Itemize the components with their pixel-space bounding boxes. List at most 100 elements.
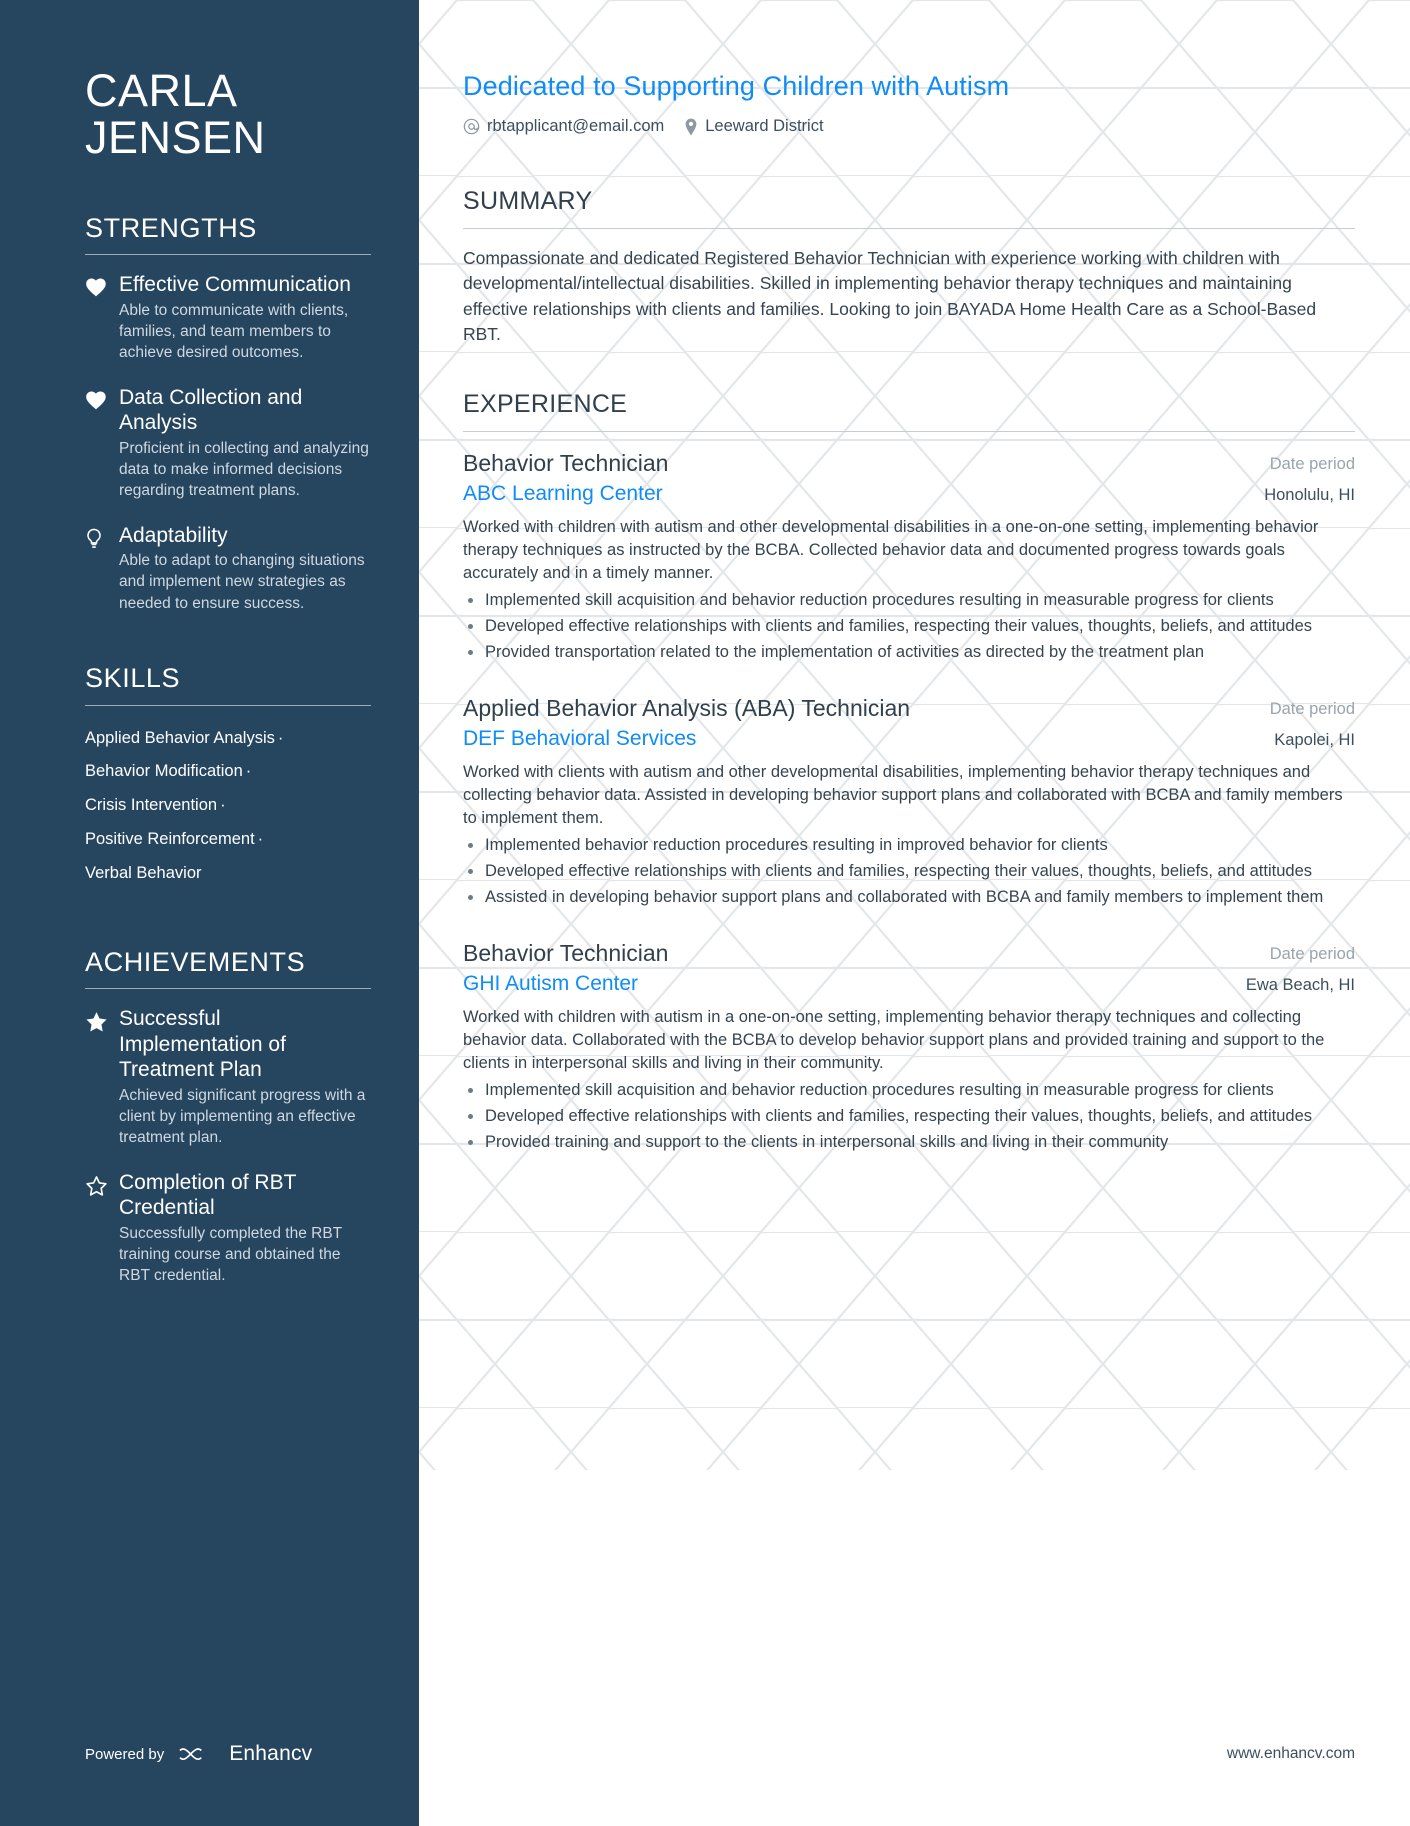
skill-label: Verbal Behavior bbox=[85, 863, 202, 882]
contact-bar: rbtapplicant@email.com Leeward District bbox=[463, 117, 1355, 136]
location-value: Leeward District bbox=[705, 117, 824, 136]
powered-by-label: Powered by bbox=[85, 1745, 165, 1763]
achievement-item: Successful Implementation of Treatment P… bbox=[85, 1006, 369, 1149]
job-description: Worked with children with autism in a on… bbox=[463, 1007, 1325, 1072]
at-icon bbox=[463, 119, 480, 135]
strength-desc: Able to adapt to changing situations and… bbox=[119, 552, 365, 612]
achievement-title: Completion of RBT Credential bbox=[119, 1170, 297, 1220]
achievement-item: Completion of RBT Credential Successfull… bbox=[85, 1170, 369, 1287]
strength-title: Effective Communication bbox=[119, 273, 351, 297]
star-outline-icon bbox=[85, 1170, 119, 1287]
heart-icon bbox=[85, 272, 119, 363]
summary-section: SUMMARY Compassionate and dedicated Regi… bbox=[463, 188, 1355, 347]
job-date: Date period bbox=[1269, 454, 1355, 473]
first-name: CARLA bbox=[85, 65, 238, 116]
summary-heading: SUMMARY bbox=[463, 187, 593, 216]
heart-icon bbox=[85, 385, 119, 502]
skill-item: Behavior Modification · bbox=[85, 756, 369, 790]
experience-entry: Applied Behavior Analysis (ABA) Technici… bbox=[463, 694, 1355, 909]
skill-label: Applied Behavior Analysis bbox=[85, 728, 275, 747]
last-name: JENSEN bbox=[85, 111, 266, 163]
achievement-desc: Achieved significant progress with a cli… bbox=[119, 1087, 366, 1147]
skill-separator: · bbox=[257, 829, 264, 848]
strength-item: Adaptability Able to adapt to changing s… bbox=[85, 523, 369, 614]
job-company[interactable]: ABC Learning Center bbox=[463, 480, 663, 507]
strength-item: Effective Communication Able to communic… bbox=[85, 272, 369, 363]
strength-item: Data Collection and Analysis Proficient … bbox=[85, 385, 369, 502]
job-bullet: Implemented skill acquisition and behavi… bbox=[463, 1079, 1355, 1101]
strength-desc: Proficient in collecting and analyzing d… bbox=[119, 439, 369, 500]
job-bullets: Implemented skill acquisition and behavi… bbox=[463, 589, 1355, 664]
achievements-heading: ACHIEVEMENTS bbox=[85, 946, 306, 977]
job-location: Honolulu, HI bbox=[1264, 485, 1355, 504]
section-divider bbox=[85, 704, 371, 706]
section-divider bbox=[85, 988, 371, 990]
job-title: Behavior Technician bbox=[463, 449, 669, 476]
skill-item: Positive Reinforcement · bbox=[85, 824, 369, 858]
strength-title: Adaptability bbox=[119, 523, 228, 547]
job-description: Worked with children with autism and oth… bbox=[463, 518, 1319, 582]
main-content: Dedicated to Supporting Children with Au… bbox=[419, 0, 1410, 1826]
job-title: Applied Behavior Analysis (ABA) Technici… bbox=[463, 694, 911, 721]
job-description: Worked with clients with autism and othe… bbox=[463, 762, 1343, 827]
site-url[interactable]: www.enhancv.com bbox=[1227, 1745, 1355, 1763]
job-bullets: Implemented behavior reduction procedure… bbox=[463, 834, 1355, 909]
job-location: Kapolei, HI bbox=[1274, 730, 1355, 749]
job-bullet: Developed effective relationships with c… bbox=[463, 615, 1355, 637]
job-bullet: Provided transportation related to the i… bbox=[463, 641, 1355, 663]
job-date: Date period bbox=[1269, 944, 1355, 963]
skill-label: Crisis Intervention bbox=[85, 796, 218, 815]
contact-location: Leeward District bbox=[684, 117, 824, 136]
job-date: Date period bbox=[1269, 699, 1355, 718]
page-title: Dedicated to Supporting Children with Au… bbox=[463, 71, 1010, 101]
skill-separator: · bbox=[245, 762, 252, 781]
job-bullet: Developed effective relationships with c… bbox=[463, 1105, 1355, 1127]
job-location: Ewa Beach, HI bbox=[1245, 975, 1355, 994]
strength-desc: Able to communicate with clients, famili… bbox=[119, 301, 349, 362]
skill-item: Crisis Intervention · bbox=[85, 790, 369, 824]
sidebar: CARLA JENSEN STRENGTHS Effective Communi… bbox=[0, 0, 419, 1826]
skill-item: Applied Behavior Analysis · bbox=[85, 723, 369, 757]
job-bullets: Implemented skill acquisition and behavi… bbox=[463, 1079, 1355, 1154]
contact-email[interactable]: rbtapplicant@email.com bbox=[463, 117, 664, 136]
job-bullet: Implemented behavior reduction procedure… bbox=[463, 834, 1355, 856]
email-value: rbtapplicant@email.com bbox=[487, 117, 665, 136]
strengths-section: STRENGTHS Effective Communication Able t… bbox=[85, 212, 371, 614]
star-filled-icon bbox=[85, 1006, 119, 1149]
skill-label: Positive Reinforcement bbox=[85, 829, 255, 848]
job-bullet: Provided training and support to the cli… bbox=[463, 1131, 1355, 1153]
job-bullet: Assisted in developing behavior support … bbox=[463, 886, 1355, 908]
powered-by-footer: Powered by Enhancv bbox=[85, 1742, 312, 1766]
job-title: Behavior Technician bbox=[463, 939, 669, 966]
strengths-heading: STRENGTHS bbox=[85, 212, 257, 243]
experience-section: EXPERIENCE Behavior Technician Date peri… bbox=[463, 391, 1355, 1153]
enhancv-logo: Enhancv bbox=[176, 1742, 312, 1766]
experience-entry: Behavior Technician Date period GHI Auti… bbox=[463, 939, 1355, 1154]
candidate-name: CARLA JENSEN bbox=[85, 0, 369, 162]
job-company[interactable]: DEF Behavioral Services bbox=[463, 725, 696, 752]
experience-entry: Behavior Technician Date period ABC Lear… bbox=[463, 449, 1355, 664]
achievements-section: ACHIEVEMENTS Successful Implementation o… bbox=[85, 946, 371, 1287]
section-divider bbox=[463, 227, 1355, 229]
location-pin-icon bbox=[685, 118, 697, 136]
section-divider bbox=[463, 430, 1355, 432]
achievement-title: Successful Implementation of Treatment P… bbox=[119, 1007, 286, 1082]
summary-text: Compassionate and dedicated Registered B… bbox=[463, 247, 1317, 345]
skill-separator: · bbox=[277, 728, 284, 747]
skill-item: Verbal Behavior bbox=[85, 858, 369, 892]
section-divider bbox=[85, 254, 371, 256]
job-bullet: Developed effective relationships with c… bbox=[463, 860, 1355, 882]
resume-page: CARLA JENSEN STRENGTHS Effective Communi… bbox=[0, 0, 1410, 1826]
job-company[interactable]: GHI Autism Center bbox=[463, 970, 638, 997]
skills-section: SKILLS Applied Behavior Analysis · Behavi… bbox=[85, 662, 371, 892]
achievement-desc: Successfully completed the RBT training … bbox=[119, 1224, 342, 1285]
enhancv-wordmark: Enhancv bbox=[229, 1742, 313, 1765]
lightbulb-icon bbox=[85, 523, 119, 614]
enhancv-mark-icon bbox=[179, 1748, 203, 1761]
job-bullet: Implemented skill acquisition and behavi… bbox=[463, 589, 1355, 611]
skill-separator: · bbox=[220, 796, 226, 815]
skills-heading: SKILLS bbox=[85, 662, 181, 693]
strength-title: Data Collection and Analysis bbox=[119, 385, 303, 435]
skill-label: Behavior Modification bbox=[85, 762, 243, 781]
experience-heading: EXPERIENCE bbox=[463, 390, 628, 419]
